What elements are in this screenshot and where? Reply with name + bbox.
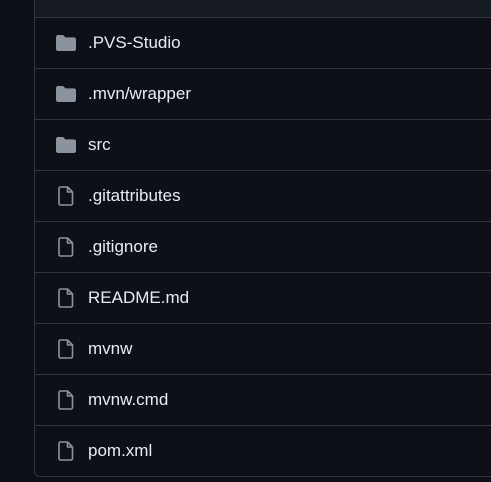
file-row-mvnw[interactable]: mvnw xyxy=(35,324,491,375)
file-icon xyxy=(55,339,77,359)
file-name[interactable]: pom.xml xyxy=(88,441,152,461)
file-row-src[interactable]: src xyxy=(35,120,491,171)
folder-icon xyxy=(55,84,77,104)
file-row-pom-xml[interactable]: pom.xml xyxy=(35,426,491,476)
file-row-gitattributes[interactable]: .gitattributes xyxy=(35,171,491,222)
file-icon xyxy=(55,441,77,461)
file-name[interactable]: mvnw xyxy=(88,339,132,359)
file-icon xyxy=(55,390,77,410)
file-row-gitignore[interactable]: .gitignore xyxy=(35,222,491,273)
folder-icon xyxy=(55,33,77,53)
file-row-readme[interactable]: README.md xyxy=(35,273,491,324)
file-name[interactable]: .mvn/wrapper xyxy=(88,84,191,104)
file-icon xyxy=(55,186,77,206)
file-name[interactable]: src xyxy=(88,135,111,155)
file-list: .PVS-Studio .mvn/wrapper src .gitattribu… xyxy=(34,0,491,477)
folder-icon xyxy=(55,135,77,155)
file-name[interactable]: .gitattributes xyxy=(88,186,181,206)
file-icon xyxy=(55,288,77,308)
file-list-header xyxy=(35,0,491,18)
file-name[interactable]: mvnw.cmd xyxy=(88,390,168,410)
file-row-pvs-studio[interactable]: .PVS-Studio xyxy=(35,18,491,69)
file-icon xyxy=(55,237,77,257)
file-name[interactable]: .PVS-Studio xyxy=(88,33,181,53)
file-name[interactable]: .gitignore xyxy=(88,237,158,257)
file-row-mvn-wrapper[interactable]: .mvn/wrapper xyxy=(35,69,491,120)
file-name[interactable]: README.md xyxy=(88,288,189,308)
repo-file-browser: .PVS-Studio .mvn/wrapper src .gitattribu… xyxy=(0,0,491,482)
file-row-mvnw-cmd[interactable]: mvnw.cmd xyxy=(35,375,491,426)
